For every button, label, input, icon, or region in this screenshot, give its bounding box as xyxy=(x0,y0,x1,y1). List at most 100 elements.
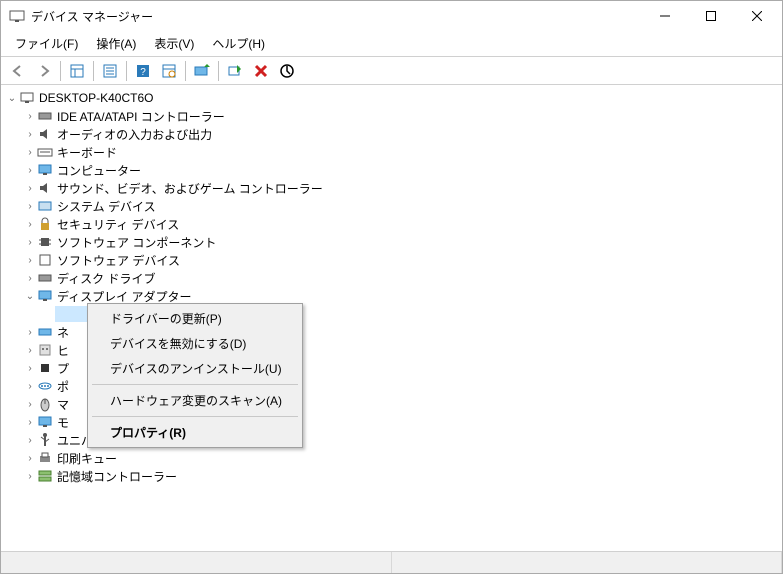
titlebar: デバイス マネージャー xyxy=(1,1,782,31)
tree-category-node[interactable]: › システム デバイス xyxy=(3,197,780,215)
chevron-right-icon[interactable]: › xyxy=(23,165,37,176)
ctx-separator xyxy=(92,384,298,385)
tree-category-label: ディスク ドライブ xyxy=(57,270,156,287)
chevron-right-icon[interactable]: › xyxy=(23,327,37,338)
tree-category-label: IDE ATA/ATAPI コントローラー xyxy=(57,108,225,125)
tree-category-node[interactable]: › IDE ATA/ATAPI コントローラー xyxy=(3,107,780,125)
category-icon xyxy=(37,252,53,268)
ctx-scan-hardware[interactable]: ハードウェア変更のスキャン(A) xyxy=(90,388,300,413)
category-icon xyxy=(37,216,53,232)
toolbar-separator xyxy=(185,61,186,81)
tree-category-label: ディスプレイ アダプター xyxy=(57,288,192,305)
tree-category-label: キーボード xyxy=(57,144,117,161)
window-controls xyxy=(642,1,780,31)
device-tree[interactable]: ⌄ DESKTOP-K40CT6O › IDE ATA/ATAPI コントローラー… xyxy=(1,85,782,551)
scan-hardware-toolbar-button[interactable] xyxy=(157,60,181,82)
chevron-down-icon[interactable]: ⌄ xyxy=(5,93,19,104)
chevron-right-icon[interactable]: › xyxy=(23,435,37,446)
category-icon xyxy=(37,270,53,286)
tree-category-label: システム デバイス xyxy=(57,198,156,215)
show-hide-tree-button[interactable] xyxy=(65,60,89,82)
category-icon xyxy=(37,162,53,178)
category-icon xyxy=(37,396,53,412)
category-icon xyxy=(37,342,53,358)
tree-category-label: サウンド、ビデオ、およびゲーム コントローラー xyxy=(57,180,323,197)
tree-category-label: ポ xyxy=(57,378,69,395)
chevron-right-icon[interactable]: › xyxy=(23,183,37,194)
tree-category-node[interactable]: › ソフトウェア デバイス xyxy=(3,251,780,269)
chevron-right-icon[interactable]: › xyxy=(23,381,37,392)
tree-category-label: モ xyxy=(57,414,69,431)
tree-category-label: 印刷キュー xyxy=(57,450,117,467)
tree-category-node[interactable]: › オーディオの入力および出力 xyxy=(3,125,780,143)
tree-category-label: プ xyxy=(57,360,69,377)
chevron-right-icon[interactable]: › xyxy=(23,237,37,248)
chevron-right-icon[interactable]: › xyxy=(23,219,37,230)
chevron-right-icon[interactable]: › xyxy=(23,345,37,356)
category-icon xyxy=(37,234,53,250)
chevron-right-icon[interactable]: › xyxy=(23,399,37,410)
category-icon xyxy=(37,198,53,214)
update-driver-toolbar-button[interactable] xyxy=(190,60,214,82)
category-icon xyxy=(37,288,53,304)
chevron-right-icon[interactable]: › xyxy=(23,453,37,464)
tree-category-label: オーディオの入力および出力 xyxy=(57,126,212,143)
chevron-right-icon[interactable]: › xyxy=(23,255,37,266)
menu-file[interactable]: ファイル(F) xyxy=(7,33,86,54)
tree-category-node[interactable]: ›セキュリティ デバイス xyxy=(3,215,780,233)
help-toolbar-button[interactable]: ? xyxy=(131,60,155,82)
tree-category-node[interactable]: › コンピューター xyxy=(3,161,780,179)
minimize-button[interactable] xyxy=(642,1,688,31)
tree-category-node[interactable]: ›ソフトウェア コンポーネント xyxy=(3,233,780,251)
chevron-right-icon[interactable]: › xyxy=(23,129,37,140)
chevron-right-icon[interactable]: › xyxy=(23,273,37,284)
category-icon xyxy=(37,180,53,196)
enable-device-toolbar-button[interactable] xyxy=(223,60,247,82)
context-menu: ドライバーの更新(P) デバイスを無効にする(D) デバイスのアンインストール(… xyxy=(87,303,303,448)
tree-category-node[interactable]: › 印刷キュー xyxy=(3,449,780,467)
toolbar-separator xyxy=(218,61,219,81)
chevron-right-icon[interactable]: › xyxy=(23,417,37,428)
ctx-disable-device[interactable]: デバイスを無効にする(D) xyxy=(90,331,300,356)
tree-root-node[interactable]: ⌄ DESKTOP-K40CT6O xyxy=(3,89,780,107)
uninstall-device-toolbar-button[interactable] xyxy=(249,60,273,82)
tree-category-label: マ xyxy=(57,396,69,413)
category-icon xyxy=(37,108,53,124)
disable-device-toolbar-button[interactable] xyxy=(275,60,299,82)
chevron-right-icon[interactable]: › xyxy=(23,147,37,158)
chevron-right-icon[interactable]: › xyxy=(23,201,37,212)
forward-button[interactable] xyxy=(32,60,56,82)
maximize-button[interactable] xyxy=(688,1,734,31)
ctx-uninstall-device[interactable]: デバイスのアンインストール(U) xyxy=(90,356,300,381)
category-icon xyxy=(37,144,53,160)
menu-action[interactable]: 操作(A) xyxy=(88,33,144,54)
category-icon xyxy=(37,126,53,142)
tree-category-label: ヒ xyxy=(57,342,69,359)
computer-icon xyxy=(19,90,35,106)
category-icon xyxy=(37,432,53,448)
chevron-down-icon[interactable]: ⌄ xyxy=(23,291,37,302)
ctx-update-driver[interactable]: ドライバーの更新(P) xyxy=(90,306,300,331)
menu-view[interactable]: 表示(V) xyxy=(146,33,202,54)
tree-category-label: ネ xyxy=(57,324,69,341)
back-button[interactable] xyxy=(6,60,30,82)
toolbar-separator xyxy=(126,61,127,81)
chevron-right-icon[interactable]: › xyxy=(23,363,37,374)
status-cell xyxy=(392,552,783,573)
chevron-right-icon[interactable]: › xyxy=(23,471,37,482)
tree-category-label: コンピューター xyxy=(57,162,141,179)
ctx-properties[interactable]: プロパティ(R) xyxy=(90,420,300,445)
chevron-right-icon[interactable]: › xyxy=(23,111,37,122)
properties-toolbar-button[interactable] xyxy=(98,60,122,82)
tree-category-label: ソフトウェア デバイス xyxy=(57,252,180,269)
tree-category-node[interactable]: › キーボード xyxy=(3,143,780,161)
tree-root-label: DESKTOP-K40CT6O xyxy=(39,91,153,105)
category-icon xyxy=(37,414,53,430)
tree-category-node[interactable]: › サウンド、ビデオ、およびゲーム コントローラー xyxy=(3,179,780,197)
tree-category-node[interactable]: › ディスク ドライブ xyxy=(3,269,780,287)
close-button[interactable] xyxy=(734,1,780,31)
svg-text:?: ? xyxy=(140,67,146,78)
menu-help[interactable]: ヘルプ(H) xyxy=(204,33,273,54)
category-icon xyxy=(37,360,53,376)
tree-category-node[interactable]: ›記憶域コントローラー xyxy=(3,467,780,485)
